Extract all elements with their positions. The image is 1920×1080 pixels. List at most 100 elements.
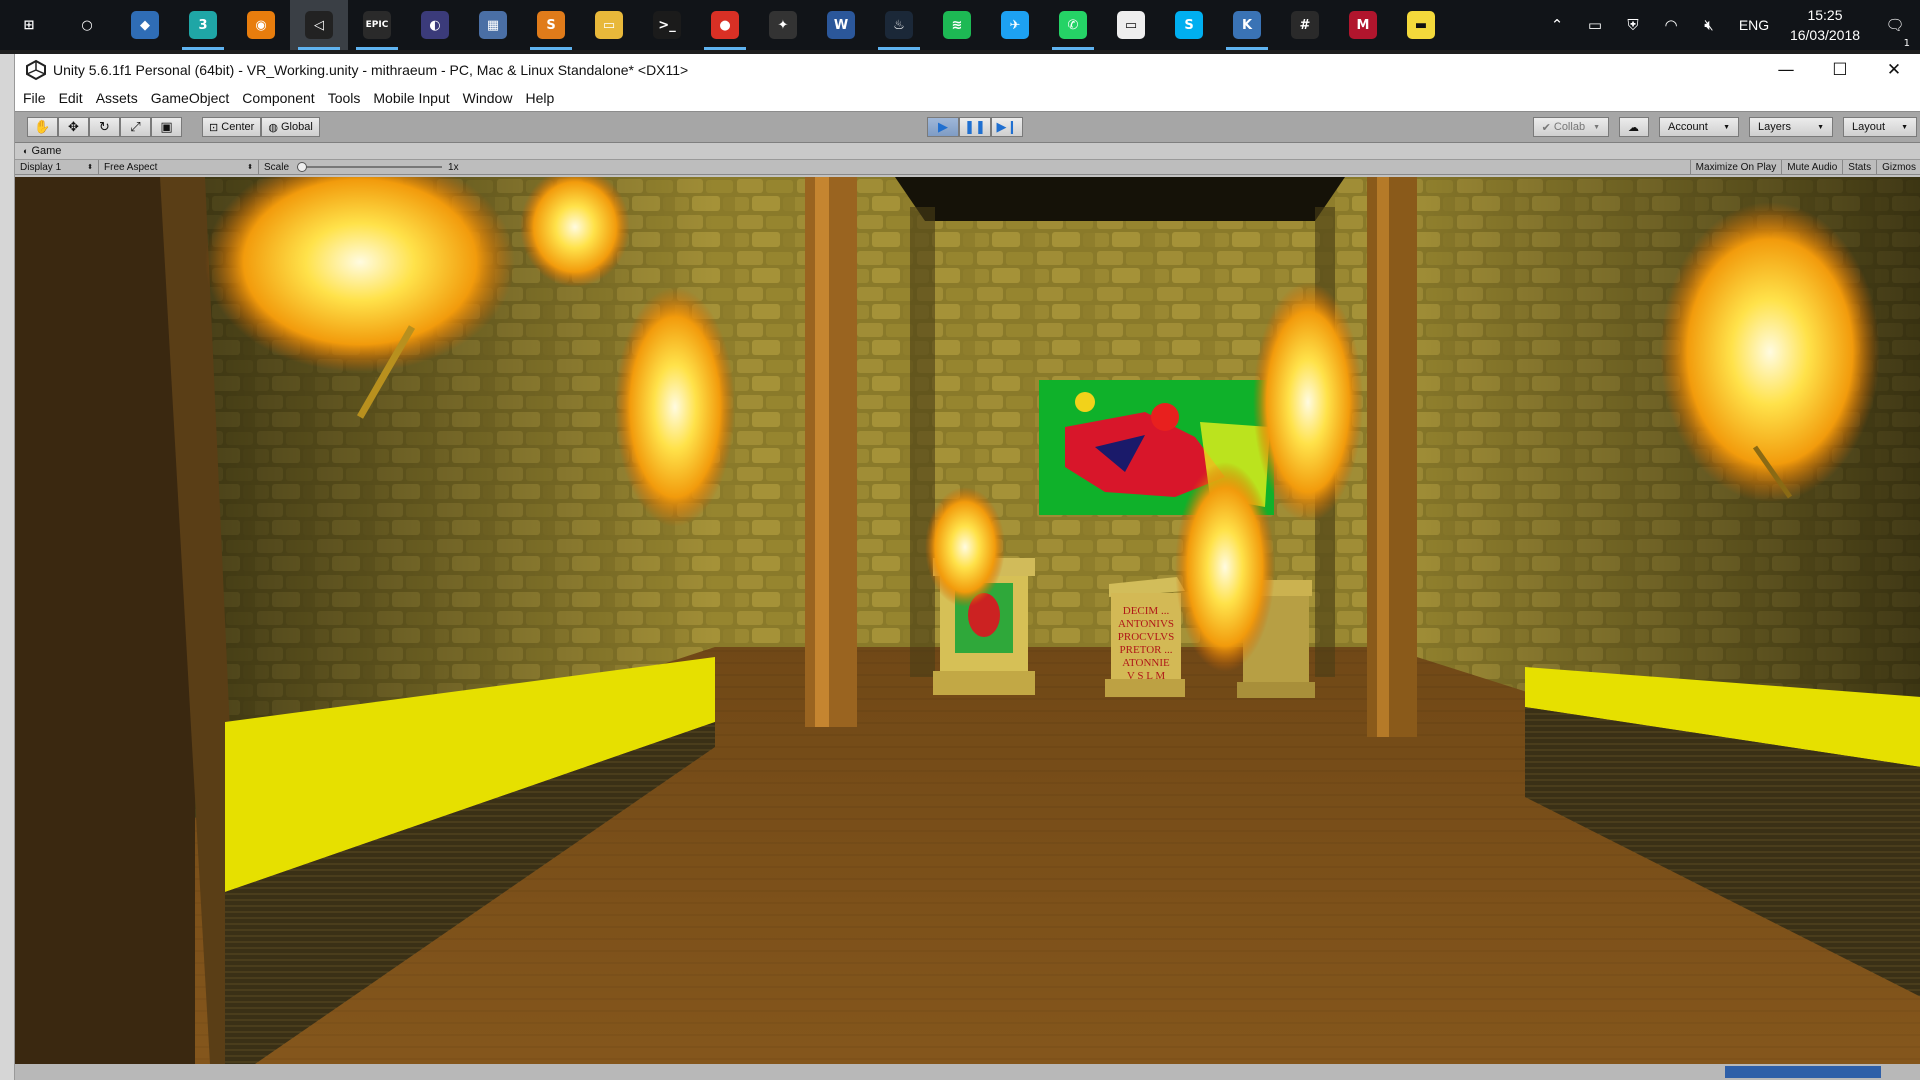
pause-button[interactable]: ❚❚	[959, 117, 991, 137]
hand-tool-button[interactable]: ✋	[27, 117, 58, 137]
taskbar-app-oculus[interactable]: ▭	[1102, 0, 1160, 50]
account-dropdown[interactable]: Account ▼	[1659, 117, 1739, 137]
check-icon: ✔	[1541, 121, 1554, 134]
stats-toggle[interactable]: Stats	[1842, 160, 1876, 174]
menu-help[interactable]: Help	[525, 90, 554, 106]
window-title: Unity 5.6.1f1 Personal (64bit) - VR_Work…	[53, 61, 689, 78]
taskbar-app-twitter[interactable]: ✈	[986, 0, 1044, 50]
scale-control: Scale 1x	[259, 160, 469, 174]
steam-icon: ♨	[885, 11, 913, 39]
volume-muted-icon[interactable]: 🔇︎	[1690, 16, 1728, 34]
taskbar-app-cortana[interactable]: ○	[58, 0, 116, 50]
menu-edit[interactable]: Edit	[59, 90, 83, 106]
game-view-tab[interactable]: ◐ Game	[15, 143, 1920, 159]
wifi-icon[interactable]: ◠	[1652, 16, 1690, 34]
inscription-line: ANTONIVS	[1117, 618, 1175, 630]
chevron-up-icon[interactable]: ⌃	[1538, 16, 1576, 34]
collab-label: Collab	[1553, 121, 1586, 133]
taskbar-app-steam[interactable]: ♨	[870, 0, 928, 50]
scale-slider[interactable]	[297, 162, 443, 172]
mute-audio-toggle[interactable]: Mute Audio	[1781, 160, 1842, 174]
word-icon: W	[827, 11, 855, 39]
taskbar-app-sourcetree[interactable]: ◆	[116, 0, 174, 50]
spotify-icon: ≋	[943, 11, 971, 39]
move-icon: ✥	[68, 119, 79, 135]
krita-icon: K	[1233, 11, 1261, 39]
layout-dropdown[interactable]: Layout ▼	[1843, 117, 1917, 137]
gizmos-dropdown[interactable]: Gizmos	[1876, 160, 1920, 174]
display-dropdown[interactable]: Display 1 ⬍	[15, 160, 99, 174]
inscription-line: V S L M	[1126, 670, 1166, 682]
mendeley-icon: M	[1349, 11, 1377, 39]
language-indicator[interactable]: ENG	[1728, 17, 1780, 33]
unity-window: Unity 5.6.1f1 Personal (64bit) - VR_Work…	[14, 54, 1920, 1080]
notifications-button[interactable]: 🗨︎ 1	[1870, 16, 1920, 49]
taskbar-app-eclipse[interactable]: ◐	[406, 0, 464, 50]
taskbar-app-blender[interactable]: ◉	[232, 0, 290, 50]
menu-tools[interactable]: Tools	[328, 90, 361, 106]
notification-count: 1	[1903, 38, 1910, 49]
rotate-tool-button[interactable]: ↻	[89, 117, 120, 137]
eclipse-icon: ◐	[421, 11, 449, 39]
move-tool-button[interactable]: ✥	[58, 117, 89, 137]
pivot-rotation-button[interactable]: ◍ Global	[261, 117, 320, 137]
skype-icon: S	[1175, 11, 1203, 39]
aspect-label: Free Aspect	[104, 161, 158, 173]
taskbar-app-film-editor[interactable]: ▦	[464, 0, 522, 50]
maximize-on-play-label: Maximize On Play	[1695, 161, 1777, 173]
battery-icon[interactable]: ▭	[1576, 16, 1614, 34]
taskbar-app-word[interactable]: W	[812, 0, 870, 50]
game-view-controlbar: Display 1 ⬍ Free Aspect ⬍ Scale 1x Maximiz…	[15, 159, 1920, 175]
menu-gameobject[interactable]: GameObject	[151, 90, 230, 106]
security-icon[interactable]: ⛨	[1614, 16, 1652, 34]
taskbar-app-chrome[interactable]: ●	[696, 0, 754, 50]
taskbar-app-whatsapp[interactable]: ✆	[1044, 0, 1102, 50]
mute-audio-label: Mute Audio	[1787, 161, 1838, 173]
pivot-mode-button[interactable]: ⊡ Center	[202, 117, 262, 137]
scale-tool-button[interactable]: ⤢	[120, 117, 151, 137]
globe-icon: ◍	[268, 121, 281, 134]
menu-mobile-input[interactable]: Mobile Input	[373, 90, 449, 106]
menu-component[interactable]: Component	[242, 90, 314, 106]
taskbar-app-spotify[interactable]: ≋	[928, 0, 986, 50]
rect-tool-button[interactable]: ▣	[151, 117, 182, 137]
minimize-button[interactable]: —	[1759, 60, 1813, 80]
taskbar-app-sticky-notes[interactable]: ▬	[1392, 0, 1450, 50]
menu-file[interactable]: File	[23, 90, 46, 106]
aspect-dropdown[interactable]: Free Aspect ⬍	[99, 160, 259, 174]
taskbar-app-epic-games[interactable]: EPIC	[348, 0, 406, 50]
taskbar-app-app[interactable]: ✦	[754, 0, 812, 50]
step-button[interactable]: ▶❙	[991, 117, 1023, 137]
taskbar-app-slack[interactable]: #	[1276, 0, 1334, 50]
maximize-on-play-toggle[interactable]: Maximize On Play	[1689, 160, 1782, 174]
menu-assets[interactable]: Assets	[96, 90, 138, 106]
inscription-line: ATONNIE	[1122, 657, 1170, 669]
game-tab-label: Game	[31, 145, 62, 157]
menu-window[interactable]: Window	[463, 90, 513, 106]
system-tray: ⌃ ▭ ⛨ ◠ 🔇︎ ENG 15:25 16/03/2018 🗨︎ 1	[1538, 0, 1920, 50]
play-button[interactable]: ▶	[927, 117, 959, 137]
taskbar-app-file-explorer[interactable]: ▭	[580, 0, 638, 50]
taskbar-app-unity[interactable]: ◁	[290, 0, 348, 50]
close-button[interactable]: ✕	[1867, 60, 1920, 80]
unity-icon: ◁	[305, 11, 333, 39]
altar-inscription: DECIM ... ANTONIVS PROCVLVS PRETOR ... ATON…	[1115, 605, 1177, 683]
display-label: Display 1	[20, 161, 62, 173]
game-viewport[interactable]: DECIM ... ANTONIVS PROCVLVS PRETOR ... ATON…	[15, 177, 1920, 1064]
taskbar-app-3dsmax[interactable]: 3	[174, 0, 232, 50]
taskbar-app-terminal[interactable]: >_	[638, 0, 696, 50]
maximize-button[interactable]: ☐	[1813, 60, 1867, 80]
taskbar-app-krita[interactable]: K	[1218, 0, 1276, 50]
play-icon: ▶	[938, 119, 948, 135]
3dsmax-icon: 3	[189, 11, 217, 39]
unity-toolbar: ✋ ✥ ↻ ⤢ ▣ ⊡ Center ◍ Global ▶ ❚❚ ▶❙ ✔ Co…	[15, 111, 1920, 143]
taskbar-app-mendeley[interactable]: M	[1334, 0, 1392, 50]
clock[interactable]: 15:25 16/03/2018	[1780, 5, 1870, 45]
mithraeum-scene	[15, 177, 1920, 1064]
cloud-button[interactable]: ☁	[1619, 117, 1649, 137]
taskbar-app-skype[interactable]: S	[1160, 0, 1218, 50]
layers-dropdown[interactable]: Layers ▼	[1749, 117, 1833, 137]
collab-button[interactable]: ✔ Collab ▼	[1532, 117, 1609, 137]
taskbar-app-sublime-text[interactable]: S	[522, 0, 580, 50]
taskbar-app-start[interactable]: ⊞	[0, 0, 58, 50]
